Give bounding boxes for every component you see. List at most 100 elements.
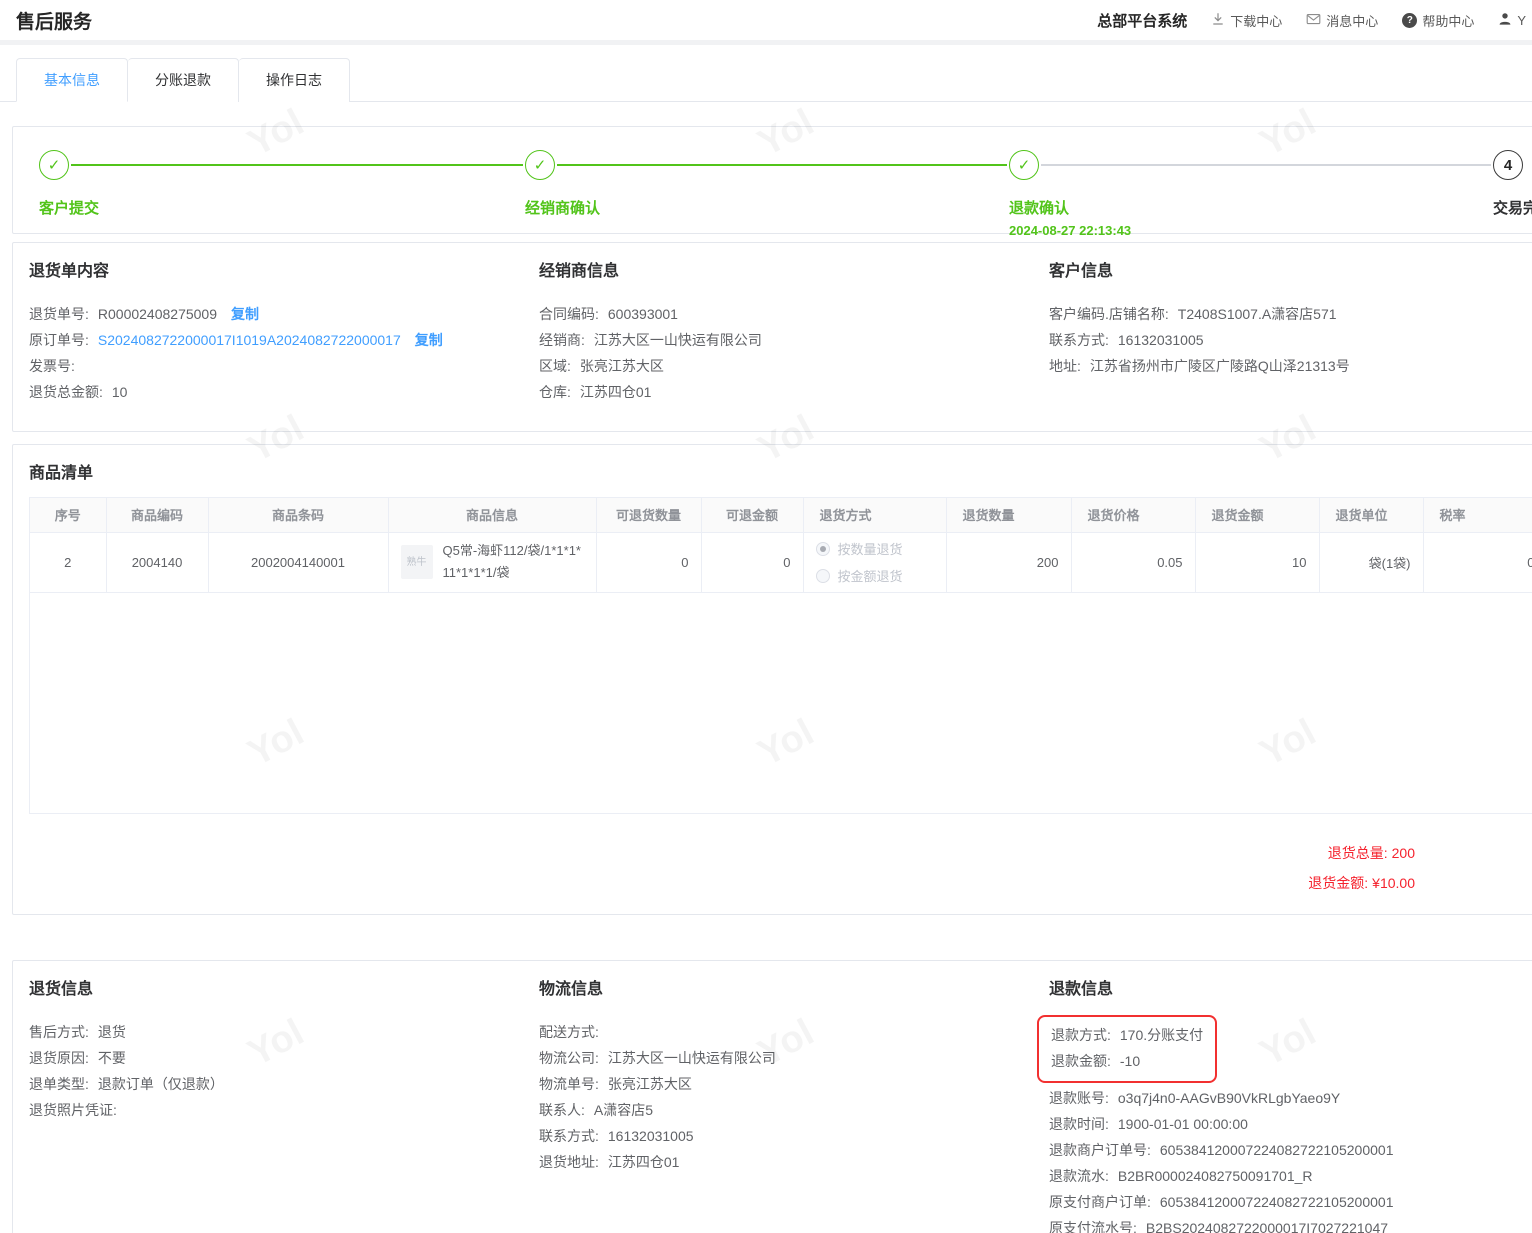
user-menu[interactable]: Y xyxy=(1498,12,1526,29)
col-return-amount: 退货金额 xyxy=(1195,498,1320,533)
col-product-code: 商品编码 xyxy=(106,498,209,533)
field-warehouse: 仓库: 江苏四仓01 xyxy=(539,384,652,400)
help-center-link[interactable]: ? 帮助中心 xyxy=(1402,11,1474,30)
field-refund-amount: 退款金额: -10 xyxy=(1051,1053,1141,1069)
field-logistics-company: 物流公司: 江苏大区一山快运有限公司 xyxy=(539,1050,776,1066)
field-delivery-method: 配送方式: xyxy=(539,1024,599,1040)
tab-bar: 基本信息 分账退款 操作日志 xyxy=(0,45,1532,102)
tab-split-refund[interactable]: 分账退款 xyxy=(128,58,239,102)
field-return-reason: 退货原因: 不要 xyxy=(29,1050,126,1066)
col-returnable-amount: 可退金额 xyxy=(701,498,804,533)
dealer-title: 经销商信息 xyxy=(539,263,620,280)
col-returnable-qty: 可退货数量 xyxy=(596,498,702,533)
user-icon xyxy=(1498,12,1512,29)
copy-return-order-button[interactable]: 复制 xyxy=(231,306,259,322)
table-row: 2 2004140 2002004140001 熟牛 Q5常-海虾112/袋/1… xyxy=(30,532,1532,593)
cell-return-unit: 袋(1袋) xyxy=(1319,532,1424,593)
product-thumbnail: 熟牛 xyxy=(400,545,433,579)
radio-by-quantity: 按数量退货 xyxy=(815,539,934,558)
step1-check-icon: ✓ xyxy=(39,150,69,180)
system-name: 总部平台系统 xyxy=(1097,12,1188,30)
step4-label: 交易完成 xyxy=(1493,200,1532,217)
return-info-section: 退货信息 售后方式: 退货 退货原因: 不要 退单类型: 退款订单（仅退款） 退货照片… xyxy=(29,975,539,1233)
original-order-link[interactable]: S2024082722000017I1019A2024082722000017 xyxy=(98,332,401,348)
bottom-info-card: 退货信息 售后方式: 退货 退货原因: 不要 退单类型: 退款订单（仅退款） 退货照片… xyxy=(12,960,1532,1233)
cell-return-price: 0.05 xyxy=(1071,532,1196,593)
radio-by-amount: 按金额退货 xyxy=(815,566,934,585)
page-title: 售后服务 xyxy=(16,11,93,33)
col-tax-rate: 税率 xyxy=(1423,498,1532,533)
field-region: 区域: 张亮江苏大区 xyxy=(539,358,664,374)
field-return-type: 退单类型: 退款订单（仅退款） xyxy=(29,1076,224,1092)
cell-return-qty: 200 xyxy=(946,532,1072,593)
step4-number: 4 xyxy=(1493,150,1523,180)
field-customer-code-shop: 客户编码.店铺名称: T2408S1007.A潇容店571 xyxy=(1049,306,1337,322)
col-return-unit: 退货单位 xyxy=(1319,498,1424,533)
tab-operation-log[interactable]: 操作日志 xyxy=(239,58,350,102)
field-customer-address: 地址: 江苏省扬州市广陵区广陵路Q山泽21313号 xyxy=(1049,358,1350,374)
tab-basic-info[interactable]: 基本信息 xyxy=(16,58,128,102)
radio-checked-icon xyxy=(815,541,830,556)
field-logistics-no: 物流单号: 张亮江苏大区 xyxy=(539,1076,692,1092)
return-order-section: 退货单内容 退货单号: R00002408275009 复制 原订单号: S20240… xyxy=(29,257,539,405)
cell-returnable-qty: 0 xyxy=(596,532,702,593)
field-refund-flow: 退款流水: B2BR000024082750091701_R xyxy=(1049,1168,1313,1184)
total-amount: 退货金额: ¥10.00 xyxy=(1308,875,1415,891)
question-icon: ? xyxy=(1402,12,1418,28)
customer-title: 客户信息 xyxy=(1049,263,1114,280)
col-product-info: 商品信息 xyxy=(388,498,597,533)
return-info-title: 退货信息 xyxy=(29,981,94,998)
radio-unchecked-icon xyxy=(815,568,830,583)
cell-tax-rate: 0 xyxy=(1423,532,1532,593)
col-seq: 序号 xyxy=(30,498,107,533)
step3-check-icon: ✓ xyxy=(1009,150,1039,180)
field-customer-phone: 联系方式: 16132031005 xyxy=(1049,332,1204,348)
header-right: 总部平台系统 下载中心 消息中心 ? 帮助中心 Y xyxy=(1097,10,1526,31)
cell-return-method: 按数量退货 按金额退货 xyxy=(803,532,947,593)
cell-barcode: 2002004140001 xyxy=(208,532,389,593)
field-return-photo: 退货照片凭证: xyxy=(29,1102,117,1118)
product-table: 序号 商品编码 商品条码 商品信息 可退货数量 可退金额 退货方式 退货数量 退… xyxy=(29,497,1532,814)
field-dealer-name: 经销商: 江苏大区一山快运有限公司 xyxy=(539,332,762,348)
table-header-row: 序号 商品编码 商品条码 商品信息 可退货数量 可退金额 退货方式 退货数量 退… xyxy=(30,498,1532,533)
field-contact-phone: 联系方式: 16132031005 xyxy=(539,1128,694,1144)
field-refund-account: 退款账号: o3q7j4n0-AAGvB90VkRLgbYaeo9Y xyxy=(1049,1090,1341,1106)
product-name: Q5常-海虾112/袋/1*1*1*11*1*1*1/袋 xyxy=(442,543,582,580)
field-original-pay-order: 原支付商户订单: 605384120007224082722105200001 xyxy=(1049,1194,1394,1210)
field-aftersale-method: 售后方式: 退货 xyxy=(29,1024,126,1040)
cell-returnable-amount: 0 xyxy=(701,532,804,593)
download-center-link[interactable]: 下载中心 xyxy=(1211,11,1282,30)
field-original-pay-flow: 原支付流水号: B2BS2024082722000017I7027221047 xyxy=(1049,1220,1389,1233)
field-return-order-no: 退货单号: R00002408275009 复制 xyxy=(29,306,260,322)
refund-section: 退款信息 退款方式: 170.分账支付 退款金额: -10 退款账号: o3q7j4n… xyxy=(1037,975,1532,1233)
step3-time: 2024-08-27 22:13:43 xyxy=(1009,223,1132,238)
field-refund-time: 退款时间: 1900-01-01 00:00:00 xyxy=(1049,1116,1248,1132)
order-info-card: 退货单内容 退货单号: R00002408275009 复制 原订单号: S20240… xyxy=(12,242,1532,432)
progress-steps: ✓ ✓ ✓ 4 客户提交 经销商确认 退款确认 2024-08-27 22:13… xyxy=(12,126,1532,238)
col-return-price: 退货价格 xyxy=(1071,498,1196,533)
step-connector xyxy=(71,164,523,166)
customer-section: 客户信息 客户编码.店铺名称: T2408S1007.A潇容店571 联系方式: 1… xyxy=(1049,257,1532,405)
field-invoice-no: 发票号: xyxy=(29,358,75,374)
message-center-link[interactable]: 消息中心 xyxy=(1306,11,1378,30)
field-contract-code: 合同编码: 600393001 xyxy=(539,306,678,322)
field-return-address: 退货地址: 江苏四仓01 xyxy=(539,1154,680,1170)
dealer-section: 经销商信息 合同编码: 600393001 经销商: 江苏大区一山快运有限公司 区域… xyxy=(539,257,1049,405)
col-return-qty: 退货数量 xyxy=(946,498,1072,533)
product-list-card: 商品清单 序号 商品编码 商品条码 商品信息 可退货数量 可退金额 退货方式 退… xyxy=(12,444,1532,915)
mail-icon xyxy=(1306,12,1321,29)
field-refund-method: 退款方式: 170.分账支付 xyxy=(1051,1027,1204,1043)
logistics-section: 物流信息 配送方式: 物流公司: 江苏大区一山快运有限公司 物流单号: 张亮江苏大区… xyxy=(539,975,1049,1233)
total-quantity: 退货总量: 200 xyxy=(1327,845,1415,861)
step2-check-icon: ✓ xyxy=(525,150,555,180)
copy-original-order-button[interactable]: 复制 xyxy=(415,332,443,348)
return-totals: 退货总量: 200 退货金额: ¥10.00 xyxy=(29,838,1415,898)
col-barcode: 商品条码 xyxy=(208,498,389,533)
field-contact-person: 联系人: A潇容店5 xyxy=(539,1102,654,1118)
cell-seq: 2 xyxy=(30,532,107,593)
cell-product-info: 熟牛 Q5常-海虾112/袋/1*1*1*11*1*1*1/袋 xyxy=(388,532,597,593)
logistics-title: 物流信息 xyxy=(539,981,604,998)
field-return-total-amount: 退货总金额: 10 xyxy=(29,384,128,400)
step-connector xyxy=(1041,164,1491,166)
step1-label: 客户提交 xyxy=(39,200,100,217)
